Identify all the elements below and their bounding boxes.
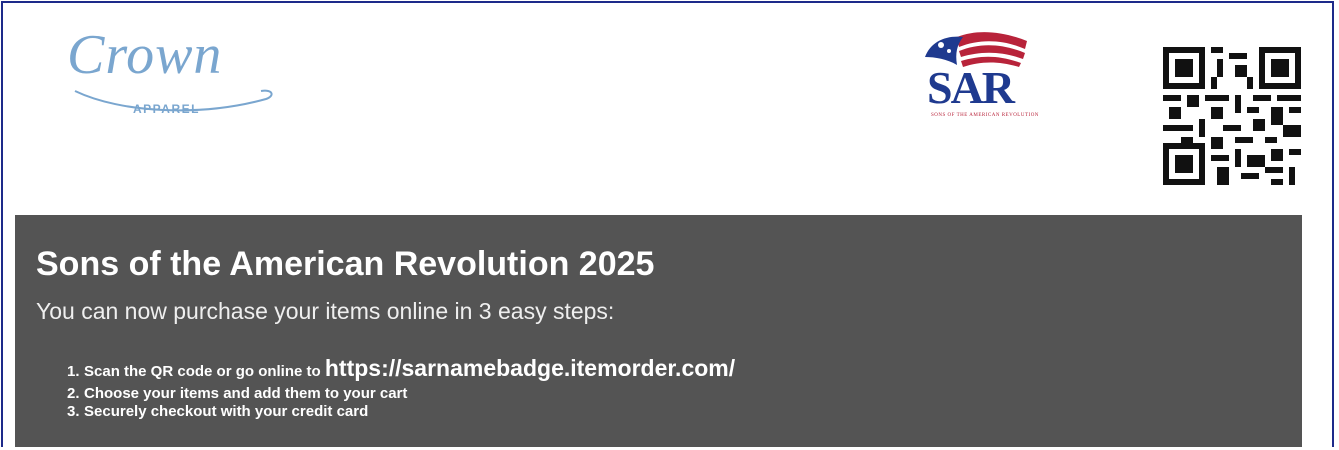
flyer-frame: Crown APPAREL SAR SONS OF THE AMERICAN R…	[1, 1, 1334, 447]
logo-header: Crown APPAREL SAR SONS OF THE AMERICAN R…	[3, 3, 1332, 215]
step-text: Choose your items and add them to your c…	[84, 385, 408, 402]
step-item: 2. Choose your items and add them to your…	[67, 385, 735, 403]
crown-logo-word: Crown	[67, 24, 223, 86]
order-url-link[interactable]: https://sarnamebadge.itemorder.com/	[325, 355, 735, 381]
step-number: 2.	[67, 385, 80, 402]
step-number: 3.	[67, 403, 80, 420]
info-banner: Sons of the American Revolution 2025 You…	[15, 215, 1302, 447]
sar-logo: SAR SONS OF THE AMERICAN REVOLUTION	[917, 27, 1042, 125]
steps-list: 1. Scan the QR code or go online to https…	[67, 355, 735, 421]
sar-logo-motto: SONS OF THE AMERICAN REVOLUTION	[931, 113, 1039, 118]
step-text: Securely checkout with your credit card	[84, 403, 369, 420]
page-title: Sons of the American Revolution 2025	[36, 245, 655, 283]
crown-logo-subtitle: APPAREL	[133, 102, 200, 116]
step-item: 1. Scan the QR code or go online to https…	[67, 355, 735, 385]
step-number: 1.	[67, 363, 80, 380]
step-item: 3. Securely checkout with your credit car…	[67, 403, 735, 421]
sar-logo-text: SAR	[927, 62, 1015, 113]
step-text: Scan the QR code or go online to	[84, 363, 325, 380]
crown-apparel-logo: Crown APPAREL	[61, 21, 281, 131]
intro-text: You can now purchase your items online i…	[36, 298, 615, 324]
qr-code-icon	[1163, 47, 1301, 185]
